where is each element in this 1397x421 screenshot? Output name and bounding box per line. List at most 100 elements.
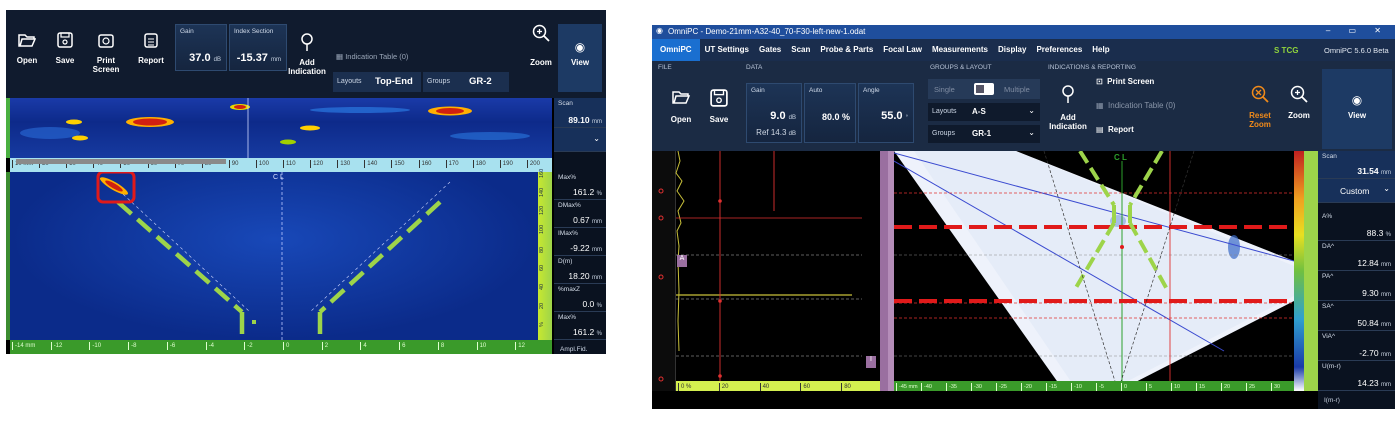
indication-table-button[interactable]: ▦ Indication Table (0)	[336, 52, 408, 61]
print-screen-button[interactable]: Print Screen	[86, 32, 126, 74]
menu-item[interactable]: Display	[993, 39, 1031, 61]
ruler-tick-label: 6	[399, 342, 405, 350]
zoom-button-r[interactable]: Zoom	[1282, 85, 1316, 120]
index-value: -15.37 mm	[237, 52, 281, 64]
table-icon: ▦	[336, 52, 344, 61]
menu-item[interactable]: Focal Law	[878, 39, 927, 61]
menu-item[interactable]: UT Settings	[700, 39, 754, 61]
color-scale	[1294, 151, 1304, 391]
c-scan-view[interactable]	[10, 98, 552, 158]
save-icon	[57, 32, 73, 48]
menu-item[interactable]: Help	[1087, 39, 1114, 61]
readout-item[interactable]: IMax% -9.22 mm	[554, 228, 606, 256]
scan-unit: mm	[592, 119, 602, 125]
angle-control[interactable]: Angle 55.0 °	[858, 83, 914, 143]
menu-item[interactable]: OmniPC	[652, 39, 700, 61]
ruler-tick-label: -4	[205, 342, 214, 350]
gain-value-r: 9.0 dB	[770, 110, 796, 122]
readout-key: Max%	[558, 314, 577, 321]
ruler-tick-label: 140	[364, 160, 377, 168]
auto-control[interactable]: Auto 80.0 %	[804, 83, 856, 143]
open-button[interactable]: Open	[10, 32, 44, 65]
ruler-tick-label: 90	[228, 160, 238, 168]
readout-key: %maxZ	[558, 286, 581, 293]
menu-item[interactable]: Preferences	[1031, 39, 1087, 61]
index-unit: mm	[271, 57, 281, 63]
index-section-control[interactable]: Index Section -15.37 mm	[229, 24, 287, 71]
ruler-tick-label: 2	[321, 342, 328, 350]
add-indication-button-r[interactable]: Add Indication	[1046, 83, 1090, 131]
indication-table-label: Indication Table (0)	[345, 52, 409, 61]
scan-readout-r[interactable]: Scan 31.54 mm	[1318, 151, 1395, 179]
a-scan-image	[658, 151, 862, 387]
ruler-handle[interactable]	[16, 159, 226, 164]
scan-value-r: 31.54 mm	[1357, 166, 1391, 176]
single-multiple-toggle[interactable]: Single Multiple	[928, 79, 1040, 99]
view-button[interactable]: ◉ View	[558, 24, 602, 92]
scan-readout[interactable]: Scan 89.10 mm	[554, 98, 606, 128]
custom-dropdown[interactable]: Custom ⌄	[1318, 179, 1395, 203]
ruler-tick-label: -5	[1096, 383, 1104, 391]
readout-item[interactable]: D(m) 18.20 mm	[554, 256, 606, 284]
toggle-switch[interactable]	[974, 83, 994, 95]
readout-item[interactable]: ViA^ -2.70 mm	[1318, 331, 1395, 361]
gain-number-r: 9.0	[770, 110, 786, 122]
readout-item[interactable]: Max% 161.2 %	[554, 172, 606, 200]
readout-item[interactable]: DA^ 12.84 mm	[1318, 241, 1395, 271]
save-button[interactable]: Save	[48, 32, 82, 65]
readout-item[interactable]: %maxZ 0.0 %	[554, 284, 606, 312]
readout-item[interactable]: DMax% 0.67 mm	[554, 200, 606, 228]
view-button-r[interactable]: ◉ View	[1322, 69, 1392, 149]
add-indication-label-r: Add Indication	[1049, 113, 1087, 131]
groups-select-r[interactable]: Groups GR-1 ⌄	[928, 125, 1040, 143]
left-screenshot: Open Save Print Screen Report Gain 37.0 …	[6, 10, 606, 354]
groups-value: GR-2	[469, 76, 492, 87]
layouts-select[interactable]: Layouts Top-End	[333, 72, 421, 92]
reset-zoom-button[interactable]: Reset Zoom	[1242, 85, 1278, 129]
layouts-select-r[interactable]: Layouts A-S ⌄	[928, 103, 1040, 121]
readout-item[interactable]: A% 88.3 %	[1318, 211, 1395, 241]
readout-list: Max% 161.2 % DMax% 0.67 mm IMax% -9.22 mm D(m)…	[554, 172, 606, 340]
scan-dropdown[interactable]: ⌄	[554, 128, 606, 152]
readout-item[interactable]: SA^ 50.84 mm	[1318, 301, 1395, 331]
open-button-r[interactable]: Open	[664, 89, 698, 124]
readout-key: A%	[1322, 213, 1333, 220]
readout-value: 0.67 mm	[573, 215, 602, 225]
indication-table-button-r[interactable]: ▦ Indication Table (0)	[1096, 101, 1175, 110]
bottom-ruler: -14 mm -12 -10 -8 -6 -4 -2 0 2 4 6 8 10 12	[10, 340, 552, 354]
gate-i-marker[interactable]: I	[866, 356, 876, 368]
angle-value: 55.0 °	[881, 110, 908, 122]
eye-icon: ◉	[574, 40, 586, 54]
report-button[interactable]: Report	[134, 32, 168, 65]
ruler-tick-label: 130	[337, 160, 350, 168]
index-number: -15.37	[236, 52, 268, 64]
gain-control[interactable]: Gain 37.0 dB	[175, 24, 227, 71]
readout-item[interactable]: U(m-r) 14.23 mm	[1318, 361, 1395, 391]
ruler-tick-label: -20	[1021, 383, 1032, 391]
scale-tick-label: 80	[539, 246, 545, 253]
readout-key: IMax%	[558, 230, 578, 237]
groups-select[interactable]: Groups GR-2	[423, 72, 509, 92]
gate-a-marker[interactable]: A	[677, 255, 687, 267]
readout-item[interactable]: Max% 161.2 %	[554, 312, 606, 340]
zoom-button[interactable]: Zoom	[524, 24, 558, 67]
s-scan-view[interactable]: C L -45 mm -40 -35 -30 -25 -20 -15 -10 -5 0 5 10 15 2…	[894, 151, 1294, 391]
report-label-r: Report	[1108, 125, 1134, 134]
a-scan-view[interactable]: A I 0 % 20 40 60 80	[652, 151, 880, 391]
scale-tick-label: 140	[539, 187, 545, 197]
print-screen-label: Print Screen	[1107, 77, 1155, 86]
gain-control-r[interactable]: Gain 9.0 dB Ref 14.3 dB	[746, 83, 802, 143]
menu-item[interactable]: Gates	[754, 39, 786, 61]
menu-item[interactable]: Probe & Parts	[815, 39, 878, 61]
report-button-r[interactable]: ▤ Report	[1096, 125, 1134, 134]
print-screen-button-r[interactable]: ⊡ Print Screen	[1096, 77, 1154, 86]
readout-item[interactable]: PA^ 9.30 mm	[1318, 271, 1395, 301]
save-button-r[interactable]: Save	[702, 89, 736, 124]
add-indication-button[interactable]: Add Indication	[286, 32, 328, 76]
readout-value: 0.0 %	[582, 299, 602, 309]
end-view-scan[interactable]: C L	[10, 172, 538, 340]
ruler-tick-label: -30	[971, 383, 982, 391]
menu-item[interactable]: Measurements	[927, 39, 993, 61]
indication-table-label-r: Indication Table (0)	[1108, 101, 1176, 110]
menu-item[interactable]: Scan	[786, 39, 815, 61]
